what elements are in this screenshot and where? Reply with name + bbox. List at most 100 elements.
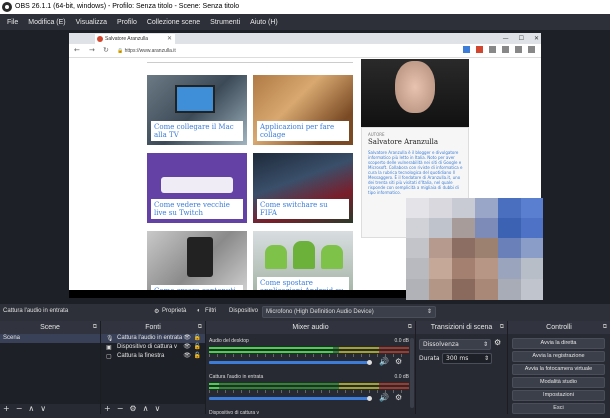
close-tab-icon[interactable]: ✕ [167, 34, 172, 44]
menu-visualizza[interactable]: Visualizza [71, 19, 112, 26]
start-virtual-camera-button[interactable]: Avvia la fotocamera virtuale [512, 364, 605, 375]
webcam-capture[interactable] [406, 198, 543, 300]
chevron-updown-icon: ⇕ [482, 341, 488, 348]
back-icon[interactable]: ← [74, 46, 80, 54]
volume-slider-knob[interactable] [367, 396, 372, 401]
remove-icon[interactable]: − [117, 404, 124, 414]
source-item[interactable]: ▢ Cattura la finestra 👁 🔓 [101, 352, 205, 361]
undock-icon[interactable]: ⧉ [198, 321, 202, 334]
studio-mode-button[interactable]: Modalità studio [512, 377, 605, 388]
filters-button[interactable]: Filtri [205, 308, 216, 314]
menu-strumenti[interactable]: Strumenti [205, 19, 245, 26]
undock-icon[interactable]: ⧉ [500, 321, 504, 334]
transitions-body: Dissolvenza ⇕ ⚙ Durata 300 ms ⇕ [416, 334, 507, 414]
move-down-icon[interactable]: ∨ [40, 404, 46, 414]
extension-icon[interactable] [476, 46, 483, 53]
unlock-icon[interactable]: 🔓 [194, 343, 201, 352]
speaker-icon[interactable]: 🔊 [379, 357, 389, 366]
move-up-icon[interactable]: ∧ [143, 404, 149, 414]
add-icon[interactable]: + [104, 404, 111, 414]
article-tile[interactable]: Come vedere vecchie live su Twitch [147, 153, 247, 223]
sources-dock: Fonti ⧉ 🎙 Cattura l'audio in entrata 👁 🔓… [101, 321, 206, 414]
author-photo [361, 59, 469, 127]
eye-icon[interactable]: 👁 [183, 343, 191, 352]
extension-icon[interactable] [463, 46, 470, 53]
article-caption[interactable]: Come vedere vecchie live su Twitch [151, 199, 243, 219]
volume-slider[interactable] [209, 397, 369, 400]
undock-icon[interactable]: ⧉ [603, 321, 607, 334]
article-caption[interactable]: Come switchare su FIFA [257, 199, 349, 219]
device-label: Dispositivo [229, 308, 259, 314]
gear-icon[interactable]: ⚙ [395, 393, 402, 402]
scenes-header: Scene ⧉ [0, 321, 100, 334]
start-recording-button[interactable]: Avvia la registrazione [512, 351, 605, 362]
volume-meter [209, 387, 409, 389]
source-item[interactable]: 🎙 Cattura l'audio in entrata 👁 🔓 [101, 334, 205, 343]
unlock-icon[interactable]: 🔓 [194, 352, 201, 361]
menu-collezione-scene[interactable]: Collezione scene [142, 19, 205, 26]
article-tile[interactable]: Come spostare applicazioni Android su [253, 231, 353, 298]
address-bar[interactable]: 🔒 https://www.aranzulla.it [117, 46, 447, 56]
menu-file[interactable]: File [2, 19, 23, 26]
properties-button[interactable]: Proprietà [162, 308, 186, 314]
more-icon[interactable] [528, 46, 535, 53]
volume-slider-knob[interactable] [367, 360, 372, 365]
add-icon[interactable]: + [3, 404, 10, 414]
menu-aiuto[interactable]: Aiuto (H) [245, 19, 283, 26]
source-item[interactable]: ▣ Dispositivo di cattura v 👁 🔓 [101, 343, 205, 352]
minimize-icon[interactable]: — [503, 35, 509, 42]
move-up-icon[interactable]: ∧ [28, 404, 34, 414]
article-tile[interactable]: Applicazioni per fare collage [253, 75, 353, 145]
author-bio: Salvatore Aranzulla è il blogger e divul… [368, 150, 463, 195]
article-tile[interactable]: Come switchare su FIFA [253, 153, 353, 223]
channel-name: Dispositivo di cattura v [209, 410, 260, 416]
speaker-icon[interactable]: 🔊 [379, 393, 389, 402]
gear-icon[interactable]: ⚙ [129, 404, 136, 414]
maximize-icon[interactable]: ☐ [519, 35, 524, 42]
scenes-title: Scene [40, 324, 60, 331]
browser-extension-icons [463, 46, 535, 53]
divider [147, 62, 353, 63]
mixer-scrollbar[interactable] [410, 338, 414, 408]
chevron-updown-icon: ⇕ [426, 309, 432, 315]
unlock-icon[interactable]: 🔓 [194, 334, 201, 343]
article-tile[interactable]: Come creare contenuti [147, 231, 247, 298]
device-dropdown[interactable]: Microfono (High Definition Audio Device)… [262, 306, 436, 318]
undock-icon[interactable]: ⧉ [93, 321, 97, 334]
exit-button[interactable]: Esci [512, 403, 605, 414]
article-tile[interactable]: Come collegare il Mac alla TV [147, 75, 247, 145]
transition-type-select[interactable]: Dissolvenza ⇕ [419, 339, 491, 350]
collections-icon[interactable] [502, 46, 509, 53]
duration-input[interactable]: 300 ms ⇕ [442, 353, 492, 364]
close-icon[interactable]: ✕ [534, 35, 539, 42]
menu-profilo[interactable]: Profilo [112, 19, 142, 26]
article-caption[interactable]: Applicazioni per fare collage [257, 121, 349, 141]
volume-slider[interactable] [209, 361, 369, 364]
transitions-header: Transizioni di scena ⧉ [416, 321, 507, 334]
remove-icon[interactable]: − [16, 404, 23, 414]
mixer-channel: Dispositivo di cattura v [209, 410, 409, 418]
source-name: Cattura l'audio in entrata [117, 335, 183, 341]
forward-icon[interactable]: → [89, 46, 95, 54]
menu-modifica[interactable]: Modifica (E) [23, 19, 70, 26]
eye-icon[interactable]: 👁 [183, 334, 191, 343]
move-down-icon[interactable]: ∨ [154, 404, 160, 414]
settings-button[interactable]: Impostazioni [512, 390, 605, 401]
source-name: Cattura la finestra [117, 353, 165, 359]
start-streaming-button[interactable]: Avvia la diretta [512, 338, 605, 349]
undock-icon[interactable]: ⧉ [408, 321, 412, 334]
lock-icon: 🔒 [117, 48, 124, 54]
favorites-icon[interactable] [489, 46, 496, 53]
eye-icon[interactable]: 👁 [183, 352, 191, 361]
window-icon: ▢ [106, 354, 112, 360]
refresh-icon[interactable]: ↻ [103, 46, 109, 54]
profile-icon[interactable] [515, 46, 522, 53]
article-caption[interactable]: Come collegare il Mac alla TV [151, 121, 243, 141]
gear-icon[interactable]: ⚙ [395, 357, 402, 366]
browser-tab[interactable]: Salvatore Aranzulla ✕ [95, 34, 175, 44]
mixer-header: Mixer audio ⧉ [206, 321, 415, 334]
meter-level [209, 383, 219, 385]
scene-item[interactable]: Scena [0, 334, 100, 343]
gear-icon[interactable]: ⚙ [494, 338, 501, 347]
menu-bar: File Modifica (E) Visualizza Profilo Col… [0, 14, 610, 30]
